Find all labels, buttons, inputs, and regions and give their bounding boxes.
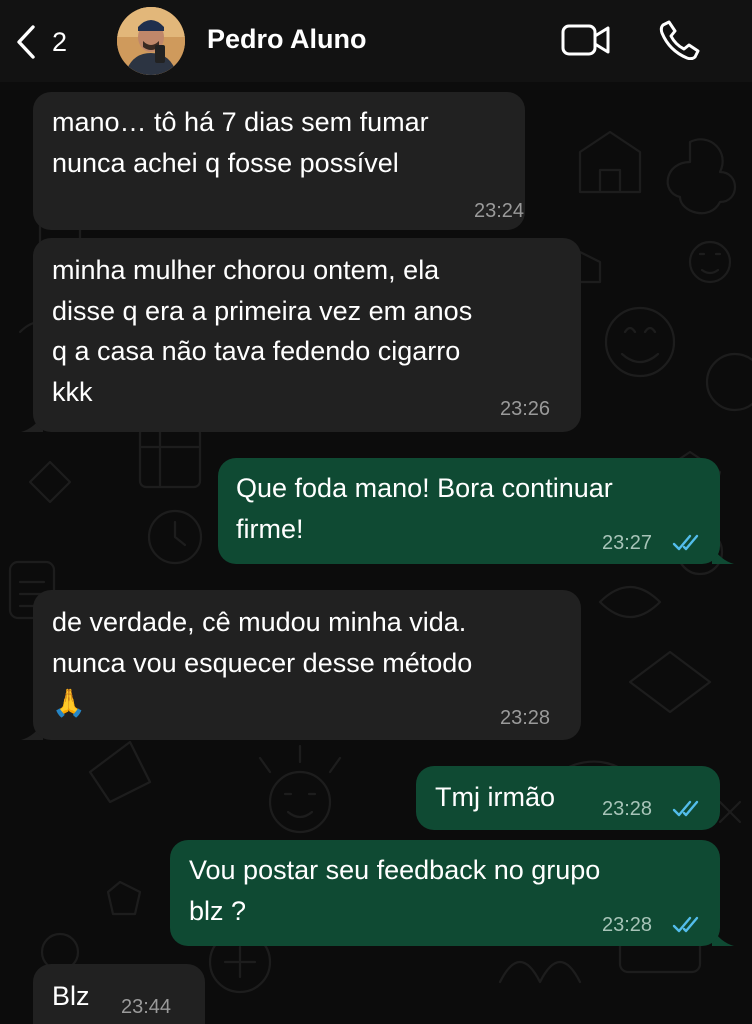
double-check-read-icon xyxy=(672,916,699,933)
double-check-read-icon xyxy=(672,534,699,551)
video-call-button[interactable] xyxy=(560,22,612,63)
chat-header: 2 Pedro Aluno xyxy=(0,0,752,82)
video-camera-icon xyxy=(561,24,610,56)
contact-name[interactable]: Pedro Aluno xyxy=(207,24,367,55)
message-time: 23:24 xyxy=(474,200,525,222)
message-time: 23:28 xyxy=(602,914,653,936)
phone-icon xyxy=(659,20,700,61)
message-text: mano… tô há 7 dias sem fumar nunca achei… xyxy=(52,107,429,178)
message-time: 23:26 xyxy=(500,398,551,420)
message-text: Blz xyxy=(52,981,90,1011)
message-text: Vou postar seu feedback no grupo blz ? xyxy=(189,855,601,926)
message-text: Tmj irmão xyxy=(435,782,555,812)
message-text: minha mulher chorou ontem, ela disse q e… xyxy=(52,255,473,407)
message-incoming[interactable]: Blz 23:44 xyxy=(33,964,205,1024)
chat-screen: 2 Pedro Aluno mano… tô há 7 dias sem fum… xyxy=(0,0,752,1024)
message-time: 23:27 xyxy=(602,532,653,554)
double-check-read-icon xyxy=(672,800,699,817)
message-incoming[interactable]: minha mulher chorou ontem, ela disse q e… xyxy=(33,238,581,432)
message-time: 23:28 xyxy=(500,707,551,729)
back-button[interactable]: 2 xyxy=(14,24,67,60)
message-time: 23:44 xyxy=(121,996,172,1018)
message-outgoing[interactable]: Vou postar seu feedback no grupo blz ? 2… xyxy=(170,840,720,946)
message-incoming[interactable]: de verdade, cê mudou minha vida. nunca v… xyxy=(33,590,581,740)
message-text: Que foda mano! Bora continuar firme! xyxy=(236,473,613,544)
message-incoming[interactable]: mano… tô há 7 dias sem fumar nunca achei… xyxy=(33,92,525,230)
message-outgoing[interactable]: Que foda mano! Bora continuar firme! 23:… xyxy=(218,458,720,564)
unread-count: 2 xyxy=(52,26,68,57)
message-outgoing[interactable]: Tmj irmão 23:28 xyxy=(416,766,720,830)
message-time: 23:28 xyxy=(602,798,653,820)
chevron-left-icon xyxy=(17,25,35,59)
message-text: de verdade, cê mudou minha vida. nunca v… xyxy=(52,607,473,718)
voice-call-button[interactable] xyxy=(658,18,700,65)
avatar-photo xyxy=(117,7,185,75)
avatar[interactable] xyxy=(117,7,185,75)
